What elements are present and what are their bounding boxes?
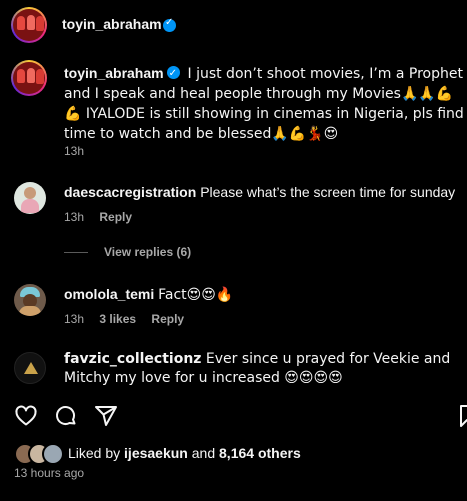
liked-by-text[interactable]: Liked by ijesaekun and 8,164 others xyxy=(68,444,301,463)
liked-by-prefix: Liked by xyxy=(68,445,121,461)
comment-username[interactable]: favzic_collectionz xyxy=(64,351,201,367)
caption-body: toyin_abraham I just don’t shoot movies,… xyxy=(64,64,464,144)
view-replies-button[interactable]: View replies (6) xyxy=(64,245,191,259)
comment-bubble-icon[interactable] xyxy=(54,404,78,428)
action-bar xyxy=(0,400,467,432)
comment-time: 13h xyxy=(64,312,85,326)
header-avatar[interactable] xyxy=(11,7,47,43)
share-send-icon[interactable] xyxy=(94,404,118,428)
comment-body: favzic_collectionz Ever since u prayed f… xyxy=(64,350,464,388)
comment-avatar[interactable] xyxy=(14,352,46,384)
comment-body: omololа_temi Fact😍😍🔥 xyxy=(64,285,464,305)
verified-badge-icon xyxy=(163,17,176,32)
comment-avatar[interactable] xyxy=(14,182,46,214)
liked-by-count[interactable]: 8,164 others xyxy=(219,445,301,461)
header-username[interactable]: toyin_abraham xyxy=(62,16,162,32)
comment-text: Fact😍😍🔥 xyxy=(158,287,234,303)
comment-likes[interactable]: 3 likes xyxy=(99,312,136,326)
caption-avatar[interactable] xyxy=(11,60,47,96)
comment-time: 13h xyxy=(64,210,85,224)
comment-text: Please what’s the screen time for sunday xyxy=(200,184,456,200)
comment-username[interactable]: omololа_temi xyxy=(64,286,154,302)
caption-time: 13h xyxy=(64,144,85,158)
comment-body: daescacregistration Please what’s the sc… xyxy=(64,183,464,202)
reply-button[interactable]: Reply xyxy=(151,312,184,326)
comment-meta: 13h 3 likes Reply xyxy=(64,312,184,326)
post-header: toyin_abraham xyxy=(0,0,467,50)
post-timestamp: 13 hours ago xyxy=(14,466,85,480)
view-replies-label: View replies (6) xyxy=(104,245,192,259)
likes-row: Liked by ijesaekun and 8,164 others xyxy=(0,442,467,465)
comment-meta: 13h Reply xyxy=(64,210,132,224)
caption-username[interactable]: toyin_abraham xyxy=(64,65,164,81)
like-heart-icon[interactable] xyxy=(14,404,38,428)
reply-button[interactable]: Reply xyxy=(99,210,132,224)
liker-avatar xyxy=(42,443,64,465)
comment-username[interactable]: daescacregistration xyxy=(64,184,196,200)
verified-badge-icon xyxy=(166,64,180,83)
liked-by-user[interactable]: ijesaekun xyxy=(124,445,188,461)
replies-divider xyxy=(64,252,88,254)
save-bookmark-icon[interactable] xyxy=(458,404,467,428)
liked-by-middle: and xyxy=(191,445,216,461)
comment-avatar[interactable] xyxy=(14,284,46,316)
